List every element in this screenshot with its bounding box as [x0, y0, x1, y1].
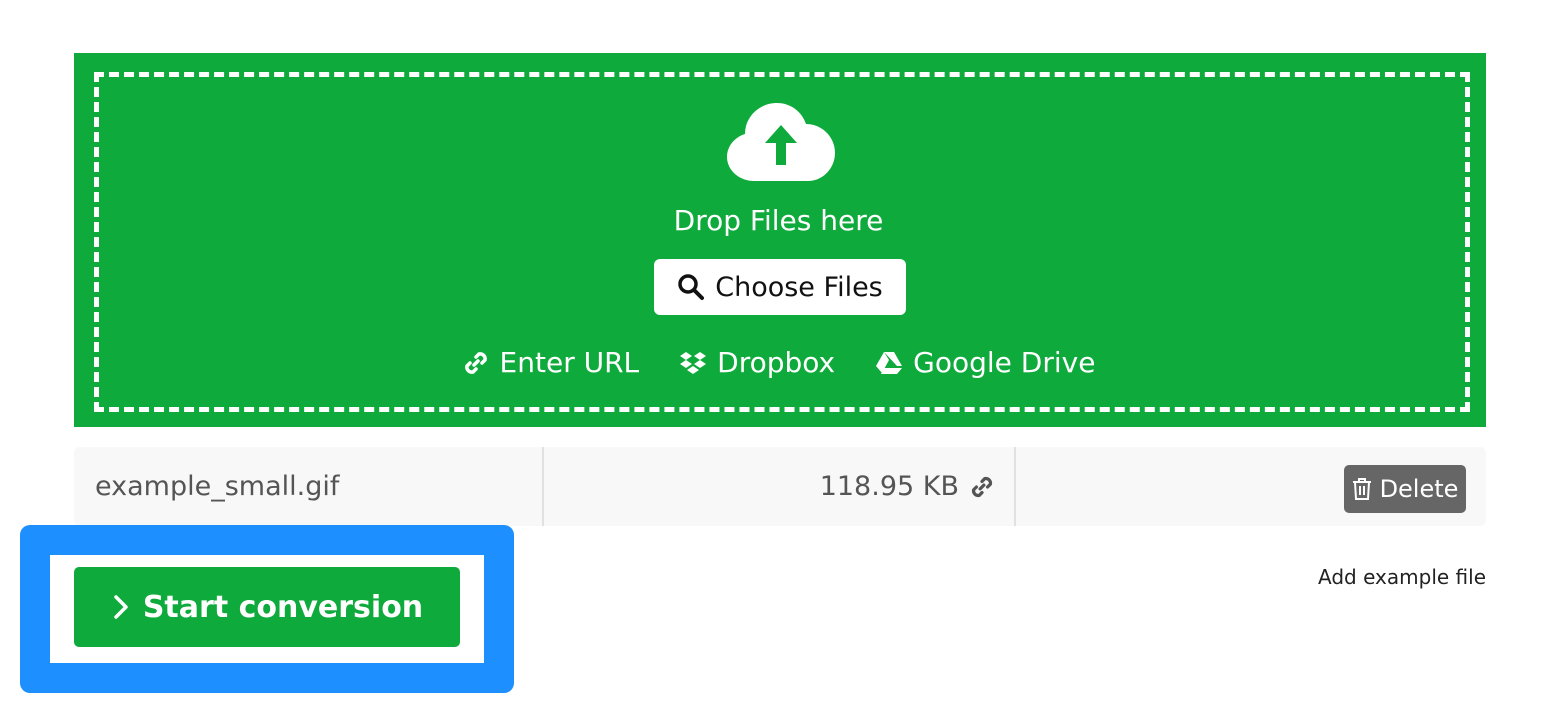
start-conversion-button[interactable]: Start conversion — [74, 567, 460, 647]
google-drive-icon — [876, 352, 903, 374]
start-conversion-label: Start conversion — [142, 589, 424, 625]
delete-button[interactable]: Delete — [1344, 465, 1466, 513]
add-example-file-link[interactable]: Add example file — [1318, 562, 1486, 592]
cloud-upload-icon — [727, 103, 835, 181]
file-size: 118.95 KB — [819, 471, 959, 502]
choose-files-label: Choose Files — [715, 271, 883, 303]
drop-files-text: Drop Files here — [673, 204, 884, 237]
link-icon[interactable] — [969, 474, 995, 500]
file-name: example_small.gif — [95, 471, 340, 502]
delete-label: Delete — [1379, 475, 1459, 503]
file-size-cell: 118.95 KB — [543, 447, 1019, 526]
google-drive-label: Google Drive — [913, 346, 1096, 379]
chevron-right-icon — [114, 595, 128, 619]
enter-url-link[interactable]: Enter URL — [462, 340, 640, 386]
dropbox-icon — [680, 352, 707, 374]
dropbox-link[interactable]: Dropbox — [679, 340, 835, 386]
link-icon — [464, 352, 487, 374]
trash-icon — [1352, 478, 1371, 500]
upload-source-links: Enter URL Dropbox Google Drive — [0, 340, 1557, 386]
google-drive-link[interactable]: Google Drive — [875, 340, 1095, 386]
file-row: example_small.gif 118.95 KB Delete — [74, 447, 1486, 526]
choose-files-button[interactable]: Choose Files — [654, 259, 906, 315]
enter-url-label: Enter URL — [499, 346, 640, 379]
search-icon — [678, 274, 705, 300]
dropbox-label: Dropbox — [717, 346, 836, 379]
column-divider — [1014, 447, 1016, 526]
